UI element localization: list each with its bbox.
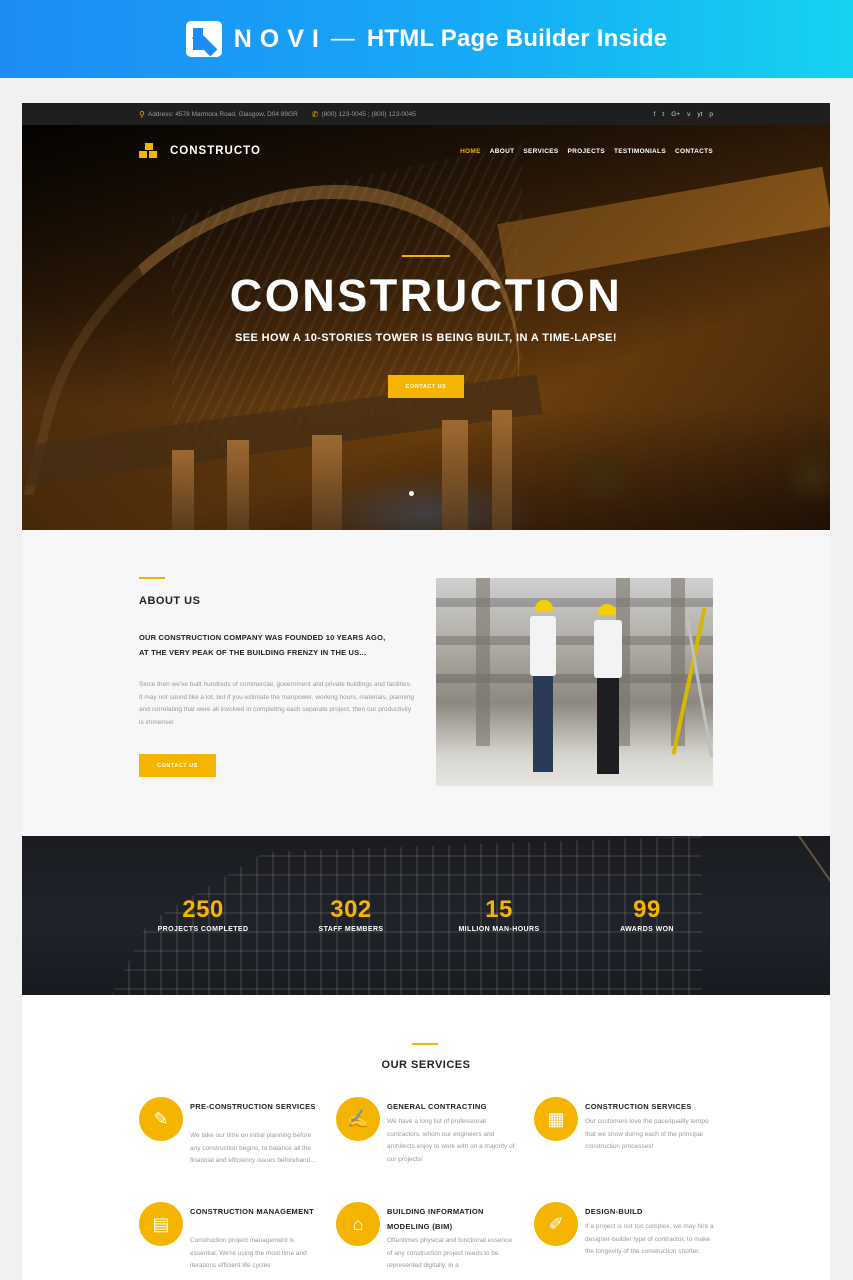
building-icon: ▤ <box>139 1202 183 1246</box>
hero-bg-palm <box>567 445 637 505</box>
promo-banner: NOVI — HTML Page Builder Inside <box>0 0 853 78</box>
stat-label: AWARDS WON <box>620 926 674 933</box>
main-nav: CONSTRUCTO HOME ABOUT SERVICES PROJECTS … <box>139 141 713 161</box>
nav-links: HOME ABOUT SERVICES PROJECTS TESTIMONIAL… <box>460 148 713 155</box>
vimeo-icon[interactable]: v <box>687 111 690 118</box>
hero-bg-column <box>442 420 468 530</box>
pencil-ruler-icon: ✎ <box>139 1097 183 1141</box>
about-heading: ABOUT US <box>139 595 201 607</box>
youtube-icon[interactable]: yt <box>697 111 702 118</box>
worker-figure <box>524 600 564 780</box>
service-title: BUILDING INFORMATION MODELING (BIM) <box>387 1207 484 1231</box>
stat-label: MILLION MAN-HOURS <box>458 926 540 933</box>
pencil-icon: ✐ <box>534 1202 578 1246</box>
service-title: CONSTRUCTION SERVICES <box>585 1102 692 1111</box>
about-section: ABOUT US OUR CONSTRUCTION COMPANY WAS FO… <box>22 530 830 836</box>
twitter-icon[interactable]: t <box>662 111 664 118</box>
house-icon: ⌂ <box>336 1202 380 1246</box>
service-desc: We take our time on initial planning bef… <box>190 1132 316 1165</box>
about-body: Since then we've built hundreds of comme… <box>139 681 414 726</box>
top-bar: ⚲ Address: 4578 Marmora Road, Glasgow, D… <box>22 103 830 125</box>
banner-tagline: HTML Page Builder Inside <box>366 25 668 52</box>
hero-subtitle: SEE HOW A 10-STORIES TOWER IS BEING BUIL… <box>235 332 617 344</box>
hero-bg-column <box>492 410 512 530</box>
handshake-icon: ✍ <box>336 1097 380 1141</box>
service-desc: Construction project management is essen… <box>190 1237 307 1270</box>
banner-brand: NOVI <box>233 24 327 53</box>
brand-logo[interactable]: CONSTRUCTO <box>139 143 261 159</box>
hero-bg-palm <box>782 445 830 505</box>
hero-bg-column <box>172 450 194 530</box>
hero-bg-column <box>227 440 249 530</box>
location-pin-icon: ⚲ <box>139 109 145 119</box>
hero-title: CONSTRUCTION <box>229 270 623 321</box>
service-desc: Our customers love the pace/quality temp… <box>585 1118 709 1151</box>
worker-figure <box>586 604 630 780</box>
pinterest-icon[interactable]: p <box>709 111 713 118</box>
service-title: DESIGN-BUILD <box>585 1207 643 1216</box>
services-heading: OUR SERVICES <box>381 1059 471 1071</box>
brand-name: CONSTRUCTO <box>170 145 261 157</box>
hero-bg-beam <box>497 166 830 284</box>
stat-number: 250 <box>182 896 224 923</box>
stat-projects: 250 PROJECTS COMPLETED <box>138 896 268 933</box>
about-accent-line <box>139 577 165 579</box>
address-text: Address: 4578 Marmora Road, Glasgow, D04… <box>147 110 298 118</box>
about-lead: OUR CONSTRUCTION COMPANY WAS FOUNDED 10 … <box>139 633 386 657</box>
nav-testimonials[interactable]: TESTIMONIALS <box>614 148 666 155</box>
stat-label: STAFF MEMBERS <box>318 926 384 933</box>
social-links: f t G+ v yt p <box>654 111 713 118</box>
engineers-photo <box>436 578 713 786</box>
service-title: CONSTRUCTION MANAGEMENT <box>190 1207 314 1216</box>
phone-icon: ✆ <box>311 109 319 119</box>
stat-man-hours: 15 MILLION MAN-HOURS <box>434 896 564 933</box>
slider-dot[interactable] <box>409 491 414 496</box>
page-preview: ⚲ Address: 4578 Marmora Road, Glasgow, D… <box>22 103 830 1280</box>
crane-background <box>798 836 830 993</box>
facebook-icon[interactable]: f <box>654 111 656 118</box>
hero-section: CONSTRUCTO HOME ABOUT SERVICES PROJECTS … <box>22 125 830 530</box>
service-desc: We have a long list of professional cont… <box>387 1118 515 1164</box>
nav-services[interactable]: SERVICES <box>523 148 558 155</box>
cubes-logo-icon <box>139 143 159 159</box>
stat-staff: 302 STAFF MEMBERS <box>286 896 416 933</box>
stat-number: 15 <box>485 896 513 923</box>
services-accent-line <box>412 1043 438 1045</box>
service-desc: If a project is not too complex, we may … <box>585 1223 714 1256</box>
about-contact-button[interactable]: CONTACT US <box>139 754 216 777</box>
hero-accent-line <box>402 255 450 257</box>
service-title: GENERAL CONTRACTING <box>387 1102 487 1111</box>
google-plus-icon[interactable]: G+ <box>671 111 680 118</box>
brick-wall-icon: ▦ <box>534 1097 578 1141</box>
hero-bg-column <box>312 435 342 530</box>
banner-dash: — <box>330 25 355 52</box>
nav-projects[interactable]: PROJECTS <box>568 148 605 155</box>
hero-contact-button[interactable]: CONTACT US <box>388 375 464 398</box>
stat-awards: 99 AWARDS WON <box>582 896 712 933</box>
nav-home[interactable]: HOME <box>460 148 481 155</box>
service-title: PRE-CONSTRUCTION SERVICES <box>190 1102 316 1111</box>
service-desc: Oftentimes physical and functional essen… <box>387 1237 513 1270</box>
stats-section: 250 PROJECTS COMPLETED 302 STAFF MEMBERS… <box>22 836 830 995</box>
novi-logo-icon <box>185 21 222 57</box>
stat-number: 99 <box>633 896 661 923</box>
phone-text[interactable]: (800) 123-0045 ; (800) 123-0045 <box>322 111 416 118</box>
nav-about[interactable]: ABOUT <box>490 148 515 155</box>
stat-number: 302 <box>330 896 372 923</box>
stat-label: PROJECTS COMPLETED <box>157 926 249 933</box>
nav-contacts[interactable]: CONTACTS <box>675 148 713 155</box>
services-section: OUR SERVICES ✎ PRE-CONSTRUCTION SERVICES… <box>22 995 830 1280</box>
